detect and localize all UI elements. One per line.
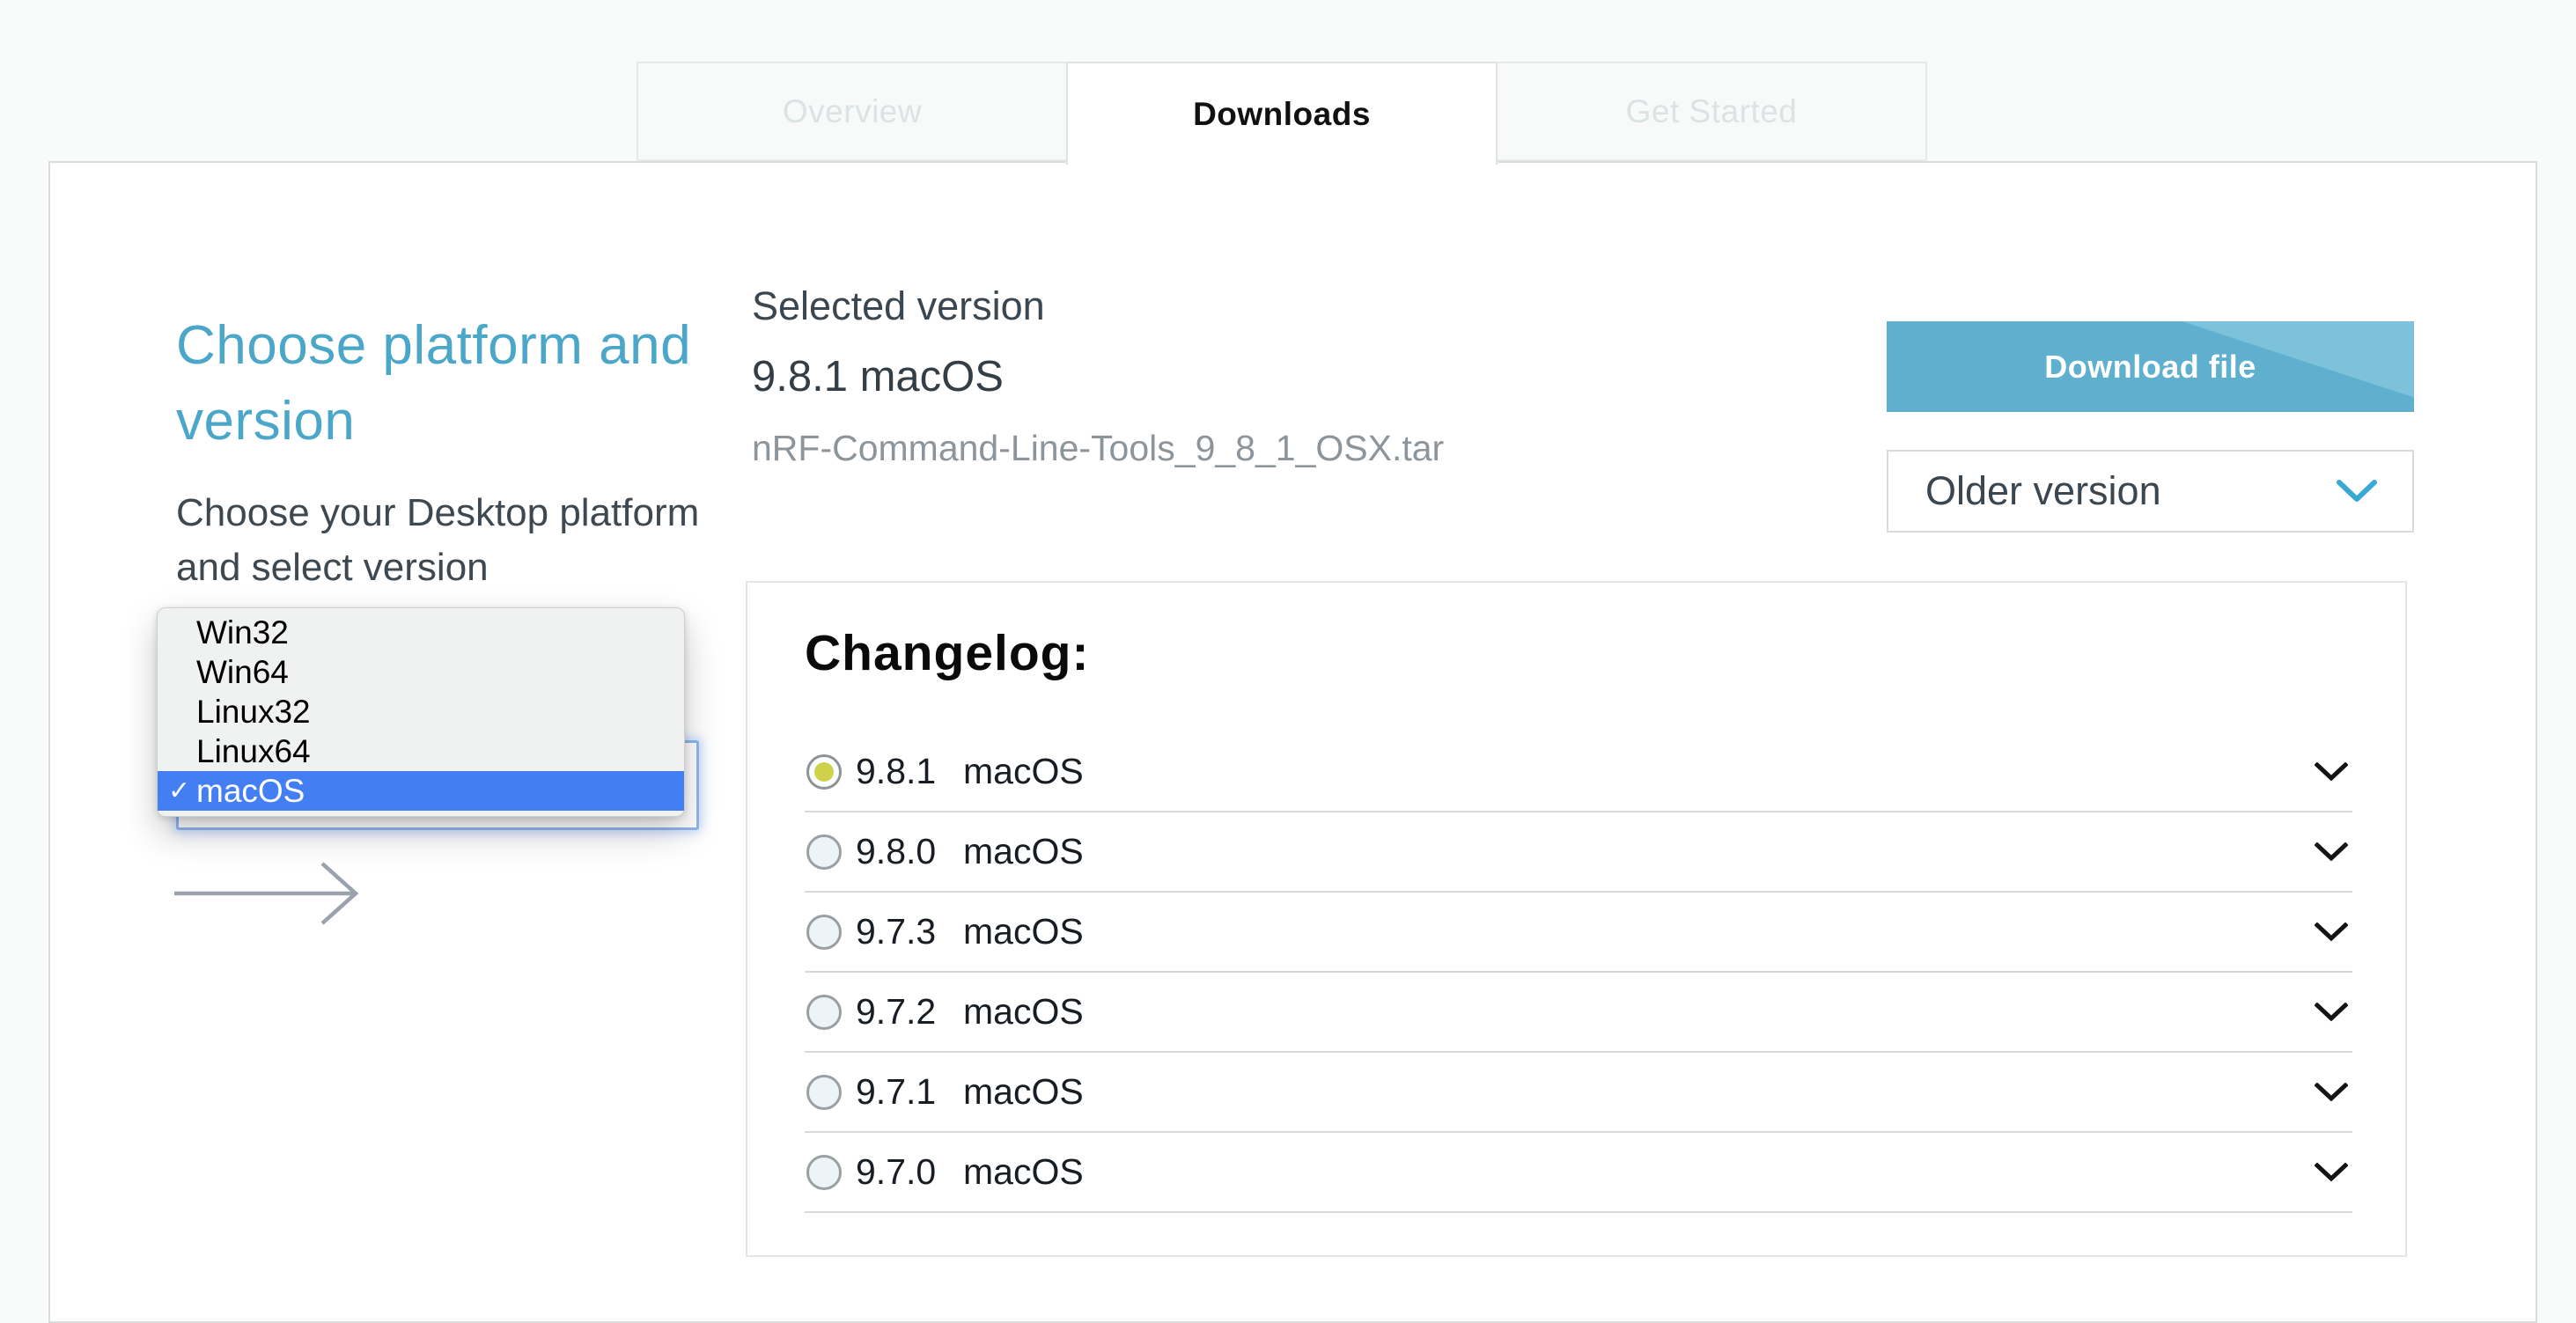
- platform-option[interactable]: ✓ Linux32: [158, 692, 684, 731]
- expand-chevron-icon[interactable]: [2315, 922, 2348, 942]
- version-platform: macOS: [963, 751, 1084, 792]
- tab[interactable]: Get Started: [1496, 62, 1927, 161]
- changelog-row: 9.7.3 macOS: [805, 893, 2352, 973]
- version-number: 9.7.3: [856, 911, 963, 952]
- version-platform: macOS: [963, 991, 1084, 1033]
- tab-bar: Overview Downloads Get Started: [638, 62, 1927, 165]
- tab-label: Get Started: [1626, 93, 1798, 130]
- platform-option-label: Linux32: [196, 694, 311, 730]
- tab[interactable]: Overview: [637, 62, 1068, 161]
- version-platform: macOS: [963, 911, 1084, 952]
- changelog-title: Changelog:: [805, 628, 1089, 679]
- changelog-row: 9.7.1 macOS: [805, 1053, 2352, 1133]
- expand-chevron-icon[interactable]: [2315, 842, 2348, 862]
- platform-dropdown-menu: ✓ Win32 ✓ Win64 ✓ Linux32 ✓ Linux64 ✓ ma…: [157, 607, 685, 817]
- version-platform: macOS: [963, 1071, 1084, 1113]
- expand-chevron-icon[interactable]: [2315, 1083, 2348, 1102]
- version-number: 9.7.2: [856, 991, 963, 1033]
- checkmark-icon: ✓: [168, 771, 190, 811]
- version-number: 9.7.1: [856, 1071, 963, 1113]
- expand-chevron-icon[interactable]: [2315, 762, 2348, 782]
- chevron-down-icon: [2337, 480, 2377, 503]
- page-title: Choose platform and version: [176, 308, 740, 459]
- platform-option[interactable]: ✓ macOS: [158, 771, 684, 811]
- tab-label: Overview: [783, 93, 922, 130]
- platform-option-label: Win32: [196, 614, 289, 650]
- version-radio[interactable]: [806, 995, 842, 1030]
- expand-chevron-icon[interactable]: [2315, 1163, 2348, 1182]
- version-radio[interactable]: [806, 1075, 842, 1110]
- download-file-button[interactable]: Download file: [1887, 321, 2414, 412]
- platform-option[interactable]: ✓ Linux64: [158, 731, 684, 771]
- expand-chevron-icon[interactable]: [2315, 1003, 2348, 1022]
- changelog-row: 9.7.2 macOS: [805, 973, 2352, 1053]
- right-arrow-icon: [173, 858, 384, 929]
- version-number: 9.8.0: [856, 831, 963, 872]
- changelog-section: Changelog: 9.8.1 macOS 9.8.0 macOS 9.7.3…: [746, 581, 2407, 1257]
- platform-option[interactable]: ✓ Win64: [158, 652, 684, 692]
- changelog-row: 9.8.1 macOS: [805, 732, 2352, 812]
- selected-version-filename: nRF-Command-Line-Tools_9_8_1_OSX.tar: [752, 430, 1444, 467]
- platform-option-label: macOS: [196, 773, 305, 809]
- tab-label: Downloads: [1193, 96, 1371, 133]
- older-version-dropdown[interactable]: Older version: [1887, 450, 2414, 533]
- version-number: 9.8.1: [856, 751, 963, 792]
- version-radio[interactable]: [806, 1155, 842, 1190]
- version-number: 9.7.0: [856, 1151, 963, 1193]
- platform-option-label: Linux64: [196, 733, 311, 769]
- selected-version-label: Selected version: [752, 286, 1045, 326]
- version-platform: macOS: [963, 1151, 1084, 1193]
- changelog-row: 9.8.0 macOS: [805, 812, 2352, 893]
- version-radio[interactable]: [806, 834, 842, 870]
- older-version-label: Older version: [1925, 468, 2161, 514]
- version-radio[interactable]: [806, 754, 842, 790]
- version-radio[interactable]: [806, 915, 842, 950]
- download-file-label: Download file: [2044, 349, 2256, 386]
- selected-version-value: 9.8.1 macOS: [752, 356, 1004, 399]
- platform-option-label: Win64: [196, 654, 289, 690]
- changelog-row: 9.7.0 macOS: [805, 1133, 2352, 1213]
- platform-description: Choose your Desktop platform and select …: [176, 486, 722, 595]
- platform-option[interactable]: ✓ Win32: [158, 613, 684, 652]
- version-platform: macOS: [963, 831, 1084, 872]
- tab[interactable]: Downloads: [1066, 62, 1498, 165]
- changelog-list: 9.8.1 macOS 9.8.0 macOS 9.7.3 macOS: [805, 732, 2352, 1213]
